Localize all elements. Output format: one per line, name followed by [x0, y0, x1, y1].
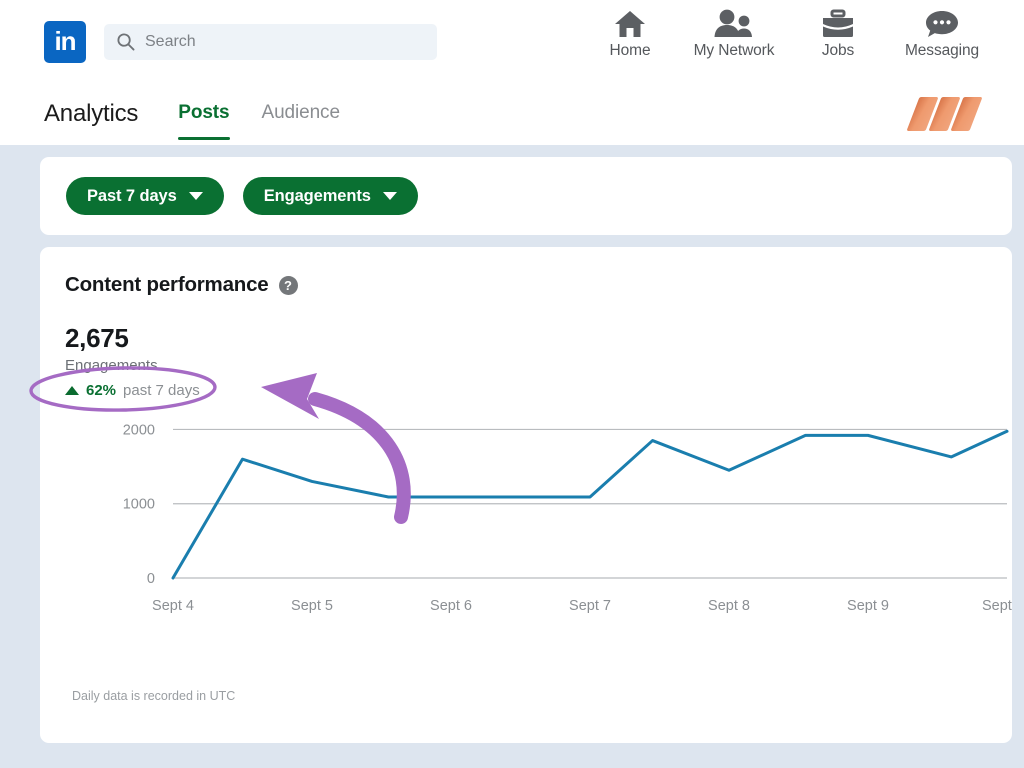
top-navigation-bar: in Home — [0, 0, 1024, 83]
x-axis-tick-label: Sept 4 — [152, 598, 194, 614]
home-icon — [613, 6, 647, 40]
x-axis-tick-label: Sept 10 — [982, 598, 1012, 614]
triangle-up-icon — [65, 386, 79, 395]
x-axis-tick-label: Sept 7 — [569, 598, 611, 614]
filters-card: Past 7 days Engagements — [40, 157, 1012, 235]
y-axis-tick-label: 0 — [147, 571, 155, 587]
engagements-metric-label: Engagements — [65, 357, 988, 374]
people-icon — [712, 6, 756, 40]
chat-bubble-icon — [924, 6, 960, 40]
page-title: Analytics — [44, 100, 138, 128]
briefcase-icon — [820, 6, 856, 40]
linkedin-logo-text: in — [54, 28, 75, 54]
chart-line-series — [173, 431, 1007, 578]
content-performance-header: Content performance ? — [65, 273, 988, 297]
question-mark-icon[interactable]: ? — [279, 276, 298, 295]
nav-item-jobs[interactable]: Jobs — [786, 6, 890, 60]
engagements-line-chart: 0 1000 2000 Sept 4 Sept 5 Sept 6 Sept 7 Sept 8 S… — [40, 395, 1012, 695]
tab-posts[interactable]: Posts — [178, 102, 229, 127]
search-icon — [116, 32, 135, 51]
filter-date-range-button[interactable]: Past 7 days — [66, 177, 224, 215]
x-axis-tick-label: Sept 8 — [708, 598, 750, 614]
x-axis-tick-label: Sept 6 — [430, 598, 472, 614]
nav-item-my-network[interactable]: My Network — [682, 6, 786, 60]
content-performance-card: Content performance ? 2,675 Engagements … — [40, 247, 1012, 743]
nav-label-my-network: My Network — [694, 42, 775, 60]
engagements-value: 2,675 — [65, 323, 988, 354]
page-body: Past 7 days Engagements Content performa… — [0, 145, 1024, 743]
three-slash-logo — [913, 97, 976, 131]
chevron-down-icon — [383, 192, 397, 200]
nav-item-messaging[interactable]: Messaging — [890, 6, 994, 60]
chevron-down-icon — [189, 192, 203, 200]
nav-label-jobs: Jobs — [822, 42, 854, 60]
filter-metric-button[interactable]: Engagements — [243, 177, 418, 215]
linkedin-logo[interactable]: in — [44, 21, 86, 63]
nav-item-home[interactable]: Home — [578, 6, 682, 60]
nav-label-home: Home — [610, 42, 651, 60]
header-nav-icons: Home My Network Jobs — [578, 6, 994, 60]
search-box[interactable] — [104, 24, 437, 60]
filter-metric-label: Engagements — [264, 187, 371, 206]
y-axis-tick-label: 1000 — [123, 497, 155, 513]
chart-footnote: Daily data is recorded in UTC — [72, 689, 235, 703]
nav-label-messaging: Messaging — [905, 42, 979, 60]
tab-audience[interactable]: Audience — [262, 102, 340, 127]
search-input[interactable] — [145, 33, 425, 51]
y-axis-tick-label: 2000 — [123, 422, 155, 438]
content-performance-title: Content performance — [65, 273, 269, 297]
x-axis-tick-label: Sept 5 — [291, 598, 333, 614]
chart-svg: 0 1000 2000 Sept 4 Sept 5 Sept 6 Sept 7 Sept 8 S… — [40, 395, 1012, 695]
analytics-tab-bar: Analytics Posts Audience — [0, 83, 1024, 145]
x-axis-tick-label: Sept 9 — [847, 598, 889, 614]
filter-date-range-label: Past 7 days — [87, 187, 177, 206]
